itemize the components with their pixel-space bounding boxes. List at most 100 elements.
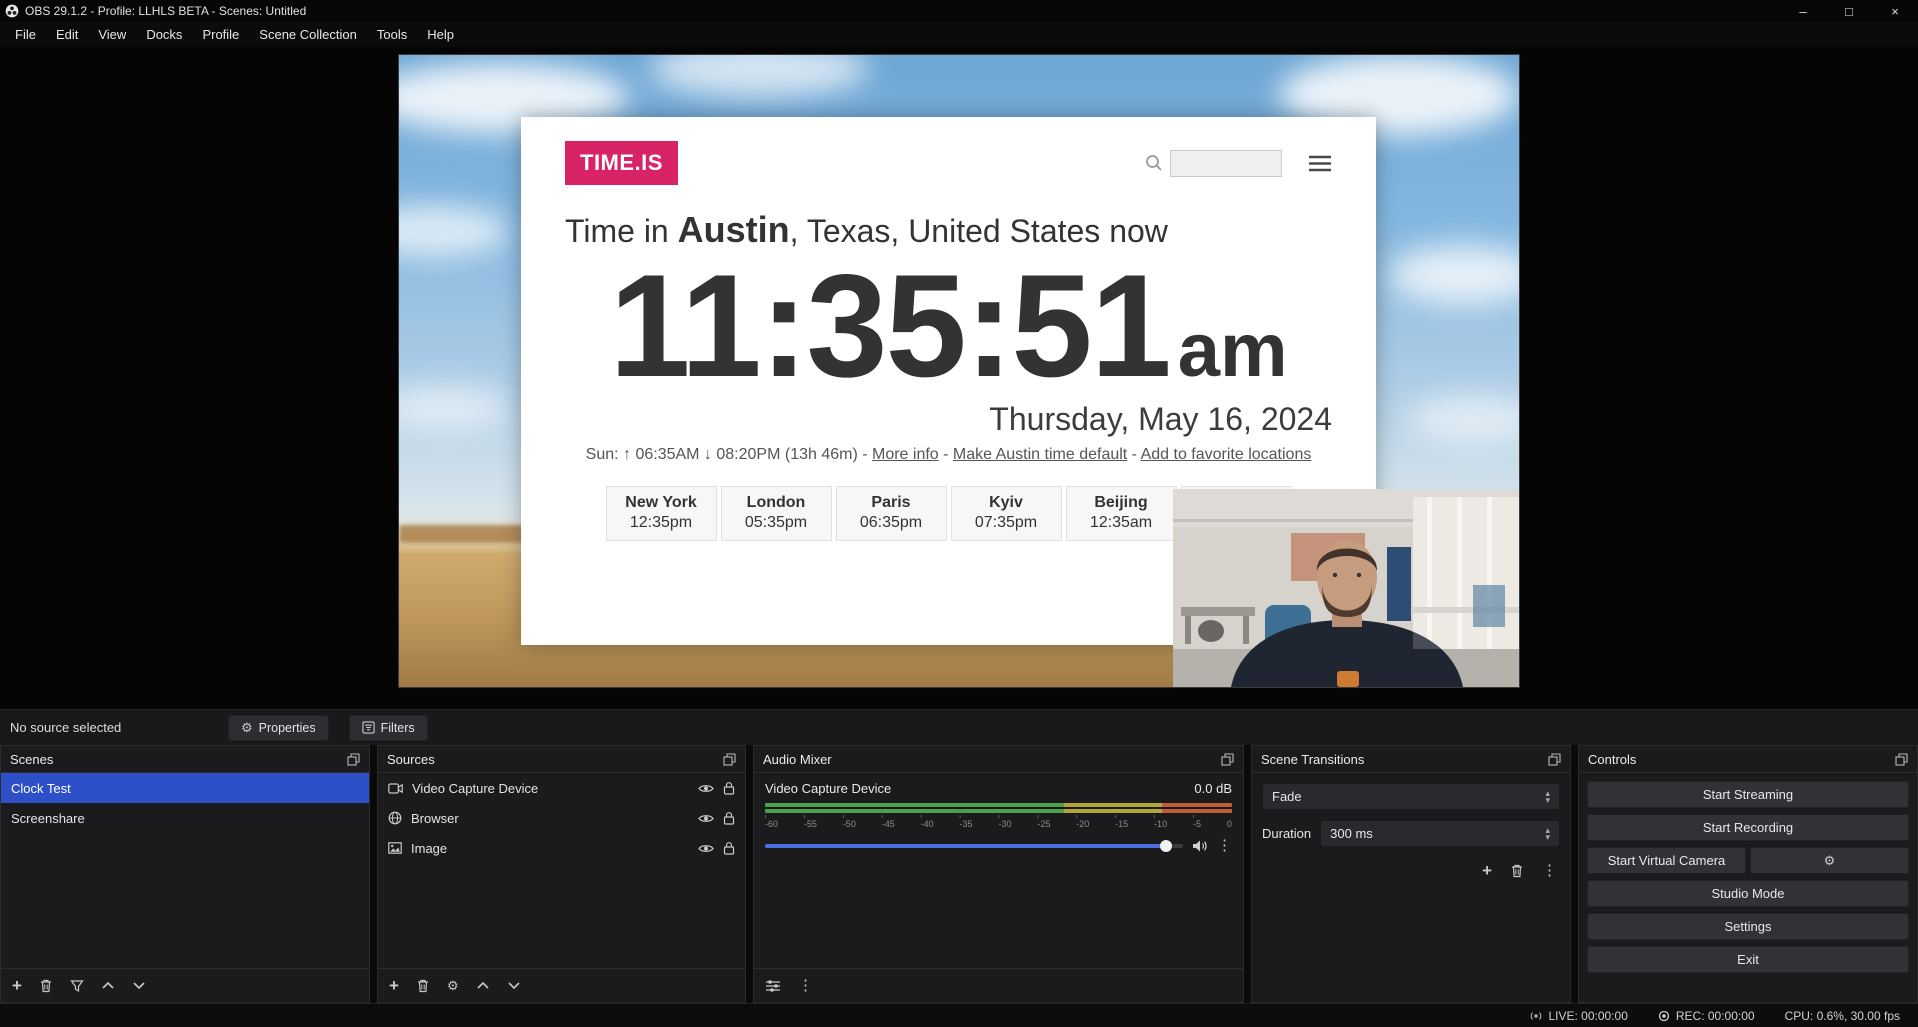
studio-mode-button[interactable]: Studio Mode [1587,880,1909,907]
transition-select[interactable]: Fade ▴▾ [1262,783,1560,810]
menu-tools[interactable]: Tools [367,22,417,47]
popout-icon[interactable] [1548,753,1561,766]
controls-panel: Controls Start Streaming Start Recording… [1578,745,1918,1003]
close-icon: × [1891,4,1899,19]
preview-canvas[interactable]: TIME.IS Time in Austin, Texas, United St… [399,55,1519,687]
source-properties-gear-icon[interactable]: ⚙ [447,979,459,992]
settings-button[interactable]: Settings [1587,913,1909,940]
volume-meter: -60-55-50-45-40-35-30-25-20-15-10-50 [765,803,1232,829]
source-item-browser[interactable]: Browser [378,803,745,833]
move-source-down-button[interactable] [507,981,521,990]
mixer-options-kebab-icon[interactable]: ⋮ [1217,838,1232,853]
add-transition-button[interactable]: + [1482,862,1492,879]
spinbox-arrows-icon[interactable]: ▴▾ [1545,827,1550,841]
audio-mixer-panel: Audio Mixer Video Capture Device 0.0 dB … [753,745,1244,1003]
cloud-decoration [1389,245,1519,305]
speaker-icon[interactable] [1192,839,1208,853]
move-source-up-button[interactable] [476,981,490,990]
start-recording-button[interactable]: Start Recording [1587,814,1909,841]
make-default-link: Make Austin time default [953,446,1127,463]
volume-slider-handle[interactable] [1160,840,1172,852]
no-source-selected-label: No source selected [10,720,228,735]
timeis-clock: 11:35:51am [521,253,1376,399]
mixer-channel-name: Video Capture Device [765,781,891,796]
live-status: LIVE: 00:00:00 [1530,1009,1627,1023]
filters-button[interactable]: Filters [349,715,428,741]
sources-panel: Sources Video Capture Device [377,745,746,1003]
transition-options-kebab-icon[interactable]: ⋮ [1542,863,1557,878]
status-bar: LIVE: 00:00:00 REC: 00:00:00 CPU: 0.6%, … [0,1003,1918,1027]
menu-scene-collection[interactable]: Scene Collection [249,22,367,47]
maximize-icon: □ [1845,4,1853,19]
visibility-eye-icon[interactable] [698,783,714,794]
source-item-video-capture[interactable]: Video Capture Device [378,773,745,803]
remove-scene-button[interactable] [39,978,53,993]
cloud-decoration [399,385,509,431]
lock-icon[interactable] [723,781,735,795]
visibility-eye-icon[interactable] [698,843,714,854]
exit-button[interactable]: Exit [1587,946,1909,973]
move-scene-down-button[interactable] [132,981,146,990]
add-scene-button[interactable]: + [12,977,22,994]
scene-transitions-panel: Scene Transitions Fade ▴▾ Duration 300 m… [1251,745,1571,1003]
image-icon [388,842,402,854]
close-button[interactable]: × [1872,0,1918,22]
popout-icon[interactable] [1895,753,1908,766]
menu-view[interactable]: View [88,22,136,47]
duration-label: Duration [1262,826,1311,841]
start-virtual-camera-button[interactable]: Start Virtual Camera [1587,847,1746,874]
menu-bar: File Edit View Docks Profile Scene Colle… [0,22,1918,47]
advanced-audio-icon[interactable] [765,979,781,993]
rec-status: REC: 00:00:00 [1658,1009,1755,1023]
menu-file[interactable]: File [5,22,46,47]
filter-icon [362,721,375,734]
menu-edit[interactable]: Edit [46,22,88,47]
select-spinner-icon: ▴▾ [1545,790,1550,804]
city-cell: New York12:35pm [606,486,717,541]
visibility-eye-icon[interactable] [698,813,714,824]
minimize-button[interactable]: – [1780,0,1826,22]
clock-time: 11:35:51 [609,244,1169,407]
gear-icon: ⚙ [241,721,253,734]
source-toolbar: No source selected ⚙ Properties Filters [0,709,1918,745]
scene-filters-button[interactable] [70,979,84,993]
webcam-overlay[interactable] [1173,489,1519,687]
hamburger-menu-icon [1308,155,1332,172]
add-source-button[interactable]: + [389,977,399,994]
mixer-level-db: 0.0 dB [1194,781,1232,796]
duration-spinbox[interactable]: 300 ms ▴▾ [1320,820,1560,847]
meter-tick-marks [765,815,1232,818]
mixer-menu-kebab-icon[interactable]: ⋮ [798,978,813,993]
popout-icon[interactable] [723,753,736,766]
maximize-button[interactable]: □ [1826,0,1872,22]
timeis-search [1145,150,1282,177]
popout-icon[interactable] [1221,753,1234,766]
lock-icon[interactable] [723,811,735,825]
lock-icon[interactable] [723,841,735,855]
window-title: OBS 29.1.2 - Profile: LLHLS BETA - Scene… [25,4,306,18]
move-scene-up-button[interactable] [101,981,115,990]
scenes-panel-title: Scenes [10,752,53,767]
scene-item-clock-test[interactable]: Clock Test [1,773,369,803]
source-item-image[interactable]: Image [378,833,745,863]
properties-button[interactable]: ⚙ Properties [228,715,329,741]
timeis-header: TIME.IS [521,117,1376,185]
menu-help[interactable]: Help [417,22,464,47]
more-info-link: More info [872,446,939,463]
city-cell: London05:35pm [721,486,832,541]
dock-area: Scenes Clock Test Screenshare + [0,745,1918,1003]
popout-icon[interactable] [347,753,360,766]
city-cell: Kyiv07:35pm [951,486,1062,541]
virtual-camera-settings-button[interactable]: ⚙ [1750,847,1909,874]
menu-docks[interactable]: Docks [136,22,192,47]
scene-item-screenshare[interactable]: Screenshare [1,803,369,833]
menu-profile[interactable]: Profile [192,22,249,47]
remove-source-button[interactable] [416,978,430,993]
record-icon [1658,1010,1670,1022]
scenes-panel: Scenes Clock Test Screenshare + [0,745,370,1003]
webcam-video [1173,489,1519,687]
sources-panel-title: Sources [387,752,435,767]
start-streaming-button[interactable]: Start Streaming [1587,781,1909,808]
volume-slider[interactable] [765,844,1183,848]
remove-transition-button[interactable] [1510,863,1524,878]
